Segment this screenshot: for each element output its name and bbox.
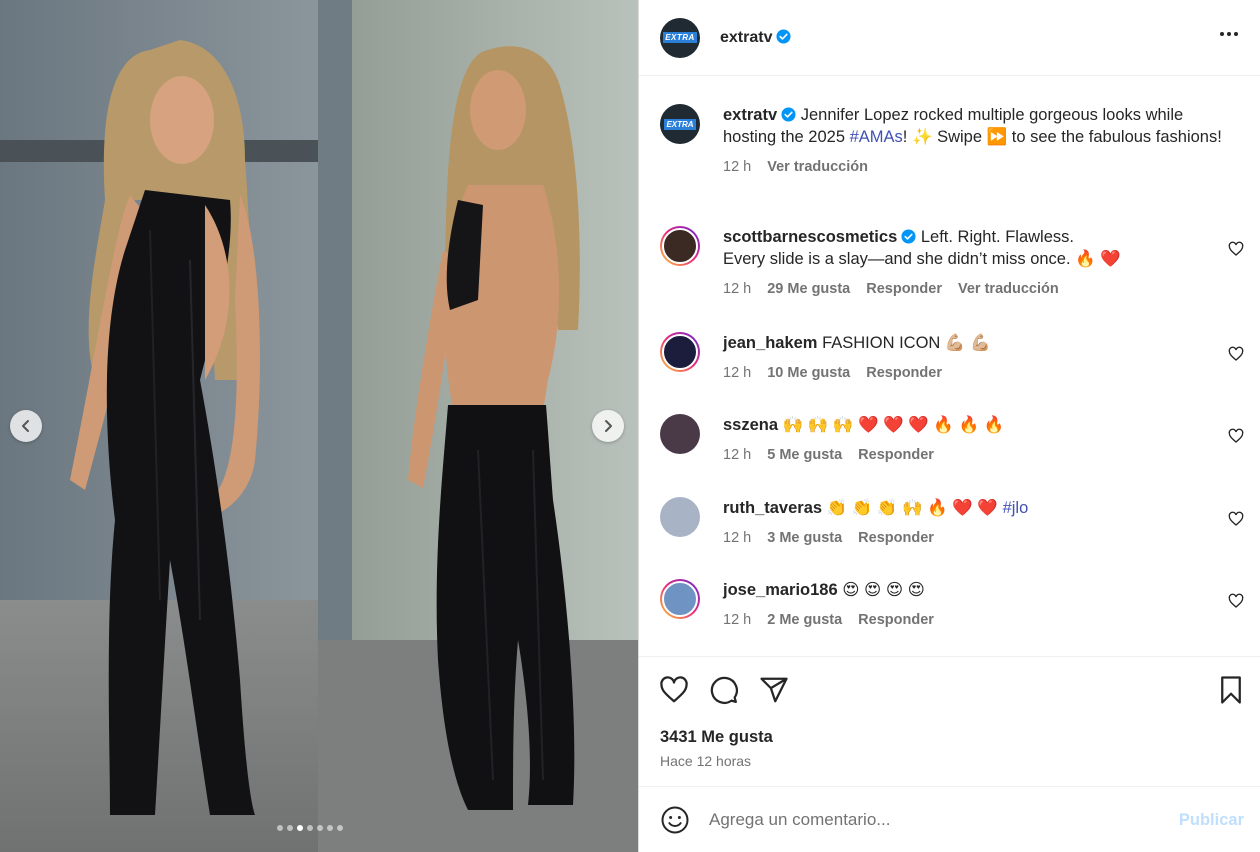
comment-username[interactable]: jean_hakem [723,334,817,352]
comment-body: scottbarnescosmetics Left. Right. Flawle… [723,226,1223,300]
comment-input[interactable] [709,805,1159,835]
comment-time: 12 h [723,365,752,381]
add-comment-bar: Publicar [639,786,1260,852]
comment-translate-link[interactable]: Ver traducción [958,278,1059,300]
publish-button[interactable]: Publicar [1179,811,1244,830]
comment-meta: 12 h 10 Me gusta Responder [723,362,1223,384]
caption-body: extratv Jennifer Lopez rocked multiple g… [723,104,1223,178]
more-horizontal-icon [1220,32,1224,36]
more-options-button[interactable] [1220,28,1238,40]
comment-time: 12 h [723,612,752,628]
comment-body: jose_mario186 😍 😍 😍 😍 12 h 2 Me gusta Re… [723,579,1223,631]
carousel-dot [307,825,313,831]
author-avatar[interactable]: EXTRA [660,17,700,58]
caption-text-end: ! ✨ Swipe ⏩ to see the fabulous fashions… [902,128,1222,146]
brand-logo: EXTRA [663,32,697,43]
comment-reply-button[interactable]: Responder [858,609,934,631]
chevron-right-icon [605,420,612,432]
heart-outline-icon[interactable] [1228,511,1244,527]
verified-badge-icon [776,28,792,44]
caption-avatar[interactable]: EXTRA [660,104,700,144]
caption-hashtag-link[interactable]: #AMAs [850,128,903,146]
carousel-dot [327,825,333,831]
carousel-photo-front [0,0,318,852]
comment-likes-count[interactable]: 2 Me gusta [767,609,842,631]
comment-meta: 12 h 5 Me gusta Responder [723,444,1223,466]
carousel-dot [317,825,323,831]
heart-icon[interactable] [659,675,689,705]
carousel-dot [277,825,283,831]
carousel-photo-back [318,0,638,852]
comment-text: 👏 👏 👏 🙌 🔥 ❤️ ❤️ [826,499,1003,517]
heart-outline-icon[interactable] [1228,593,1244,609]
heart-outline-icon[interactable] [1228,346,1244,362]
carousel-next-button[interactable] [592,410,624,442]
verified-badge-icon [901,229,916,244]
carousel-pagination [277,825,343,831]
heart-outline-icon[interactable] [1228,241,1244,257]
comment-reply-button[interactable]: Responder [866,362,942,384]
verified-badge-icon [781,107,796,122]
author-username[interactable]: extratv [720,28,792,47]
comment-likes-count[interactable]: 5 Me gusta [767,444,842,466]
post-header: EXTRA extratv [639,0,1260,76]
comment-text: FASHION ICON 💪🏼 💪🏼 [822,334,991,352]
comment-time: 12 h [723,281,752,297]
comment-reply-button[interactable]: Responder [866,278,942,300]
comment-body: sszena 🙌 🙌 🙌 ❤️ ❤️ ❤️ 🔥 🔥 🔥 12 h 5 Me gu… [723,414,1223,466]
comment-likes-count[interactable]: 3 Me gusta [767,527,842,549]
carousel-dot [287,825,293,831]
carousel-dot [297,825,303,831]
commenter-avatar[interactable] [660,414,700,454]
comment-username[interactable]: ruth_taveras [723,499,822,517]
post-media-carousel[interactable] [0,0,638,852]
comments-list[interactable]: EXTRA extratv Jennifer Lopez rocked mult… [639,76,1260,656]
carousel-prev-button[interactable] [10,410,42,442]
commenter-avatar[interactable] [660,579,700,619]
comment-likes-count[interactable]: 29 Me gusta [767,278,850,300]
comment-bubble-icon[interactable] [709,675,739,705]
caption-meta: 12 h Ver traducción [723,156,1223,178]
comment-meta: 12 h 2 Me gusta Responder [723,609,1223,631]
author-username-text[interactable]: extratv [720,29,772,46]
post-likes-count[interactable]: 3431 Me gusta [660,728,773,747]
post-side-panel: EXTRA extratv EXTRA extratv Jennifer Lop… [638,0,1260,852]
caption-username[interactable]: extratv [723,106,777,124]
comment-hashtag-link[interactable]: #jlo [1003,499,1029,517]
comment-time: 12 h [723,447,752,463]
comment-meta: 12 h 29 Me gusta Responder Ver traducció… [723,278,1223,300]
comment-likes-count[interactable]: 10 Me gusta [767,362,850,384]
caption-time: 12 h [723,159,752,175]
comment-text: 😍 😍 😍 😍 [842,581,925,599]
comment-username[interactable]: jose_mario186 [723,581,838,599]
brand-logo: EXTRA [664,118,696,130]
commenter-avatar[interactable] [660,497,700,537]
comment-username[interactable]: scottbarnescosmetics [723,228,897,246]
chevron-left-icon [22,420,29,432]
post-actions-bar: 3431 Me gusta Hace 12 horas [639,656,1260,786]
commenter-avatar[interactable] [660,226,700,266]
caption-translate-link[interactable]: Ver traducción [767,156,868,178]
comment-reply-button[interactable]: Responder [858,444,934,466]
comment-meta: 12 h 3 Me gusta Responder [723,527,1223,549]
commenter-avatar[interactable] [660,332,700,372]
comment-text: 🙌 🙌 🙌 ❤️ ❤️ ❤️ 🔥 🔥 🔥 [782,416,1005,434]
share-send-icon[interactable] [759,675,789,705]
post-timestamp[interactable]: Hace 12 horas [660,753,751,769]
comment-body: jean_hakem FASHION ICON 💪🏼 💪🏼 12 h 10 Me… [723,332,1223,384]
heart-outline-icon[interactable] [1228,428,1244,444]
comment-time: 12 h [723,530,752,546]
emoji-icon[interactable] [660,805,690,835]
carousel-dot [337,825,343,831]
comment-body: ruth_taveras 👏 👏 👏 🙌 🔥 ❤️ ❤️ #jlo 12 h 3… [723,497,1223,549]
bookmark-icon[interactable] [1216,675,1246,705]
comment-username[interactable]: sszena [723,416,778,434]
comment-reply-button[interactable]: Responder [858,527,934,549]
